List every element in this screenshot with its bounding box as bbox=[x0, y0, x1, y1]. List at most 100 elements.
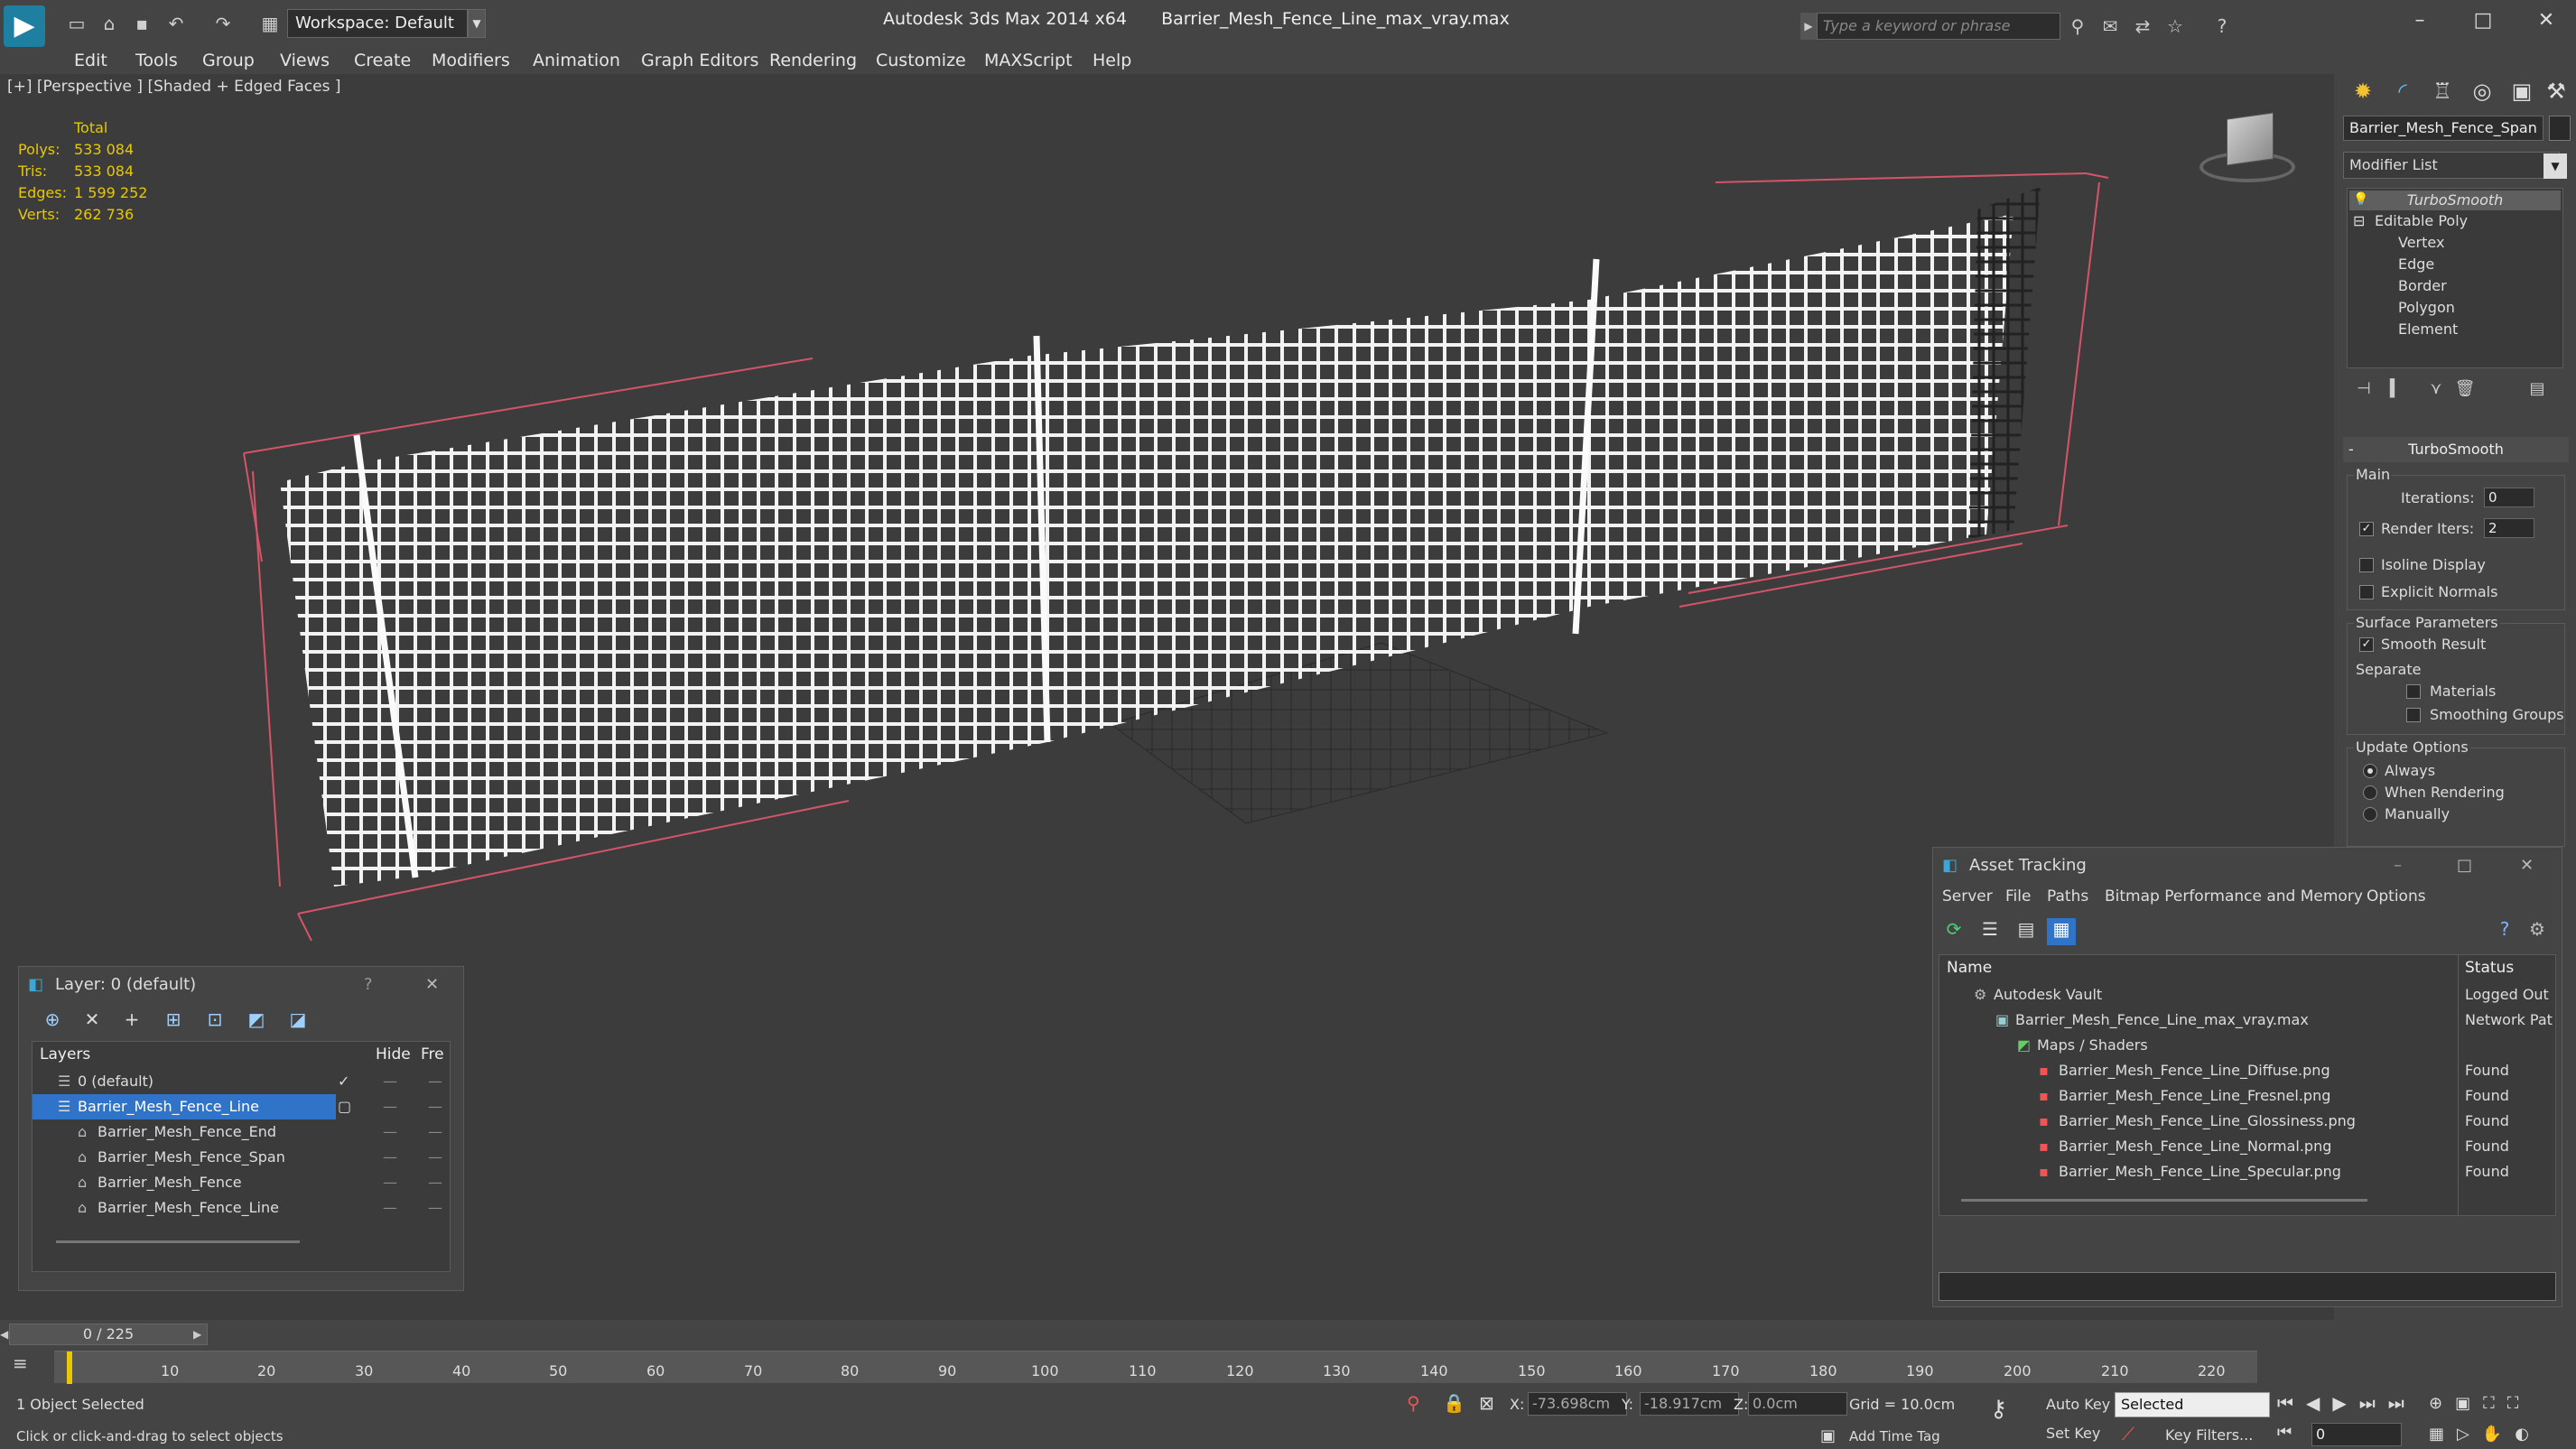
col-hide[interactable]: Hide bbox=[376, 1042, 411, 1067]
app-logo-icon[interactable]: ▶ bbox=[4, 5, 45, 47]
horizontal-scrollbar[interactable] bbox=[56, 1240, 300, 1243]
time-tag-icon[interactable]: ▣ bbox=[1820, 1426, 1836, 1445]
explicit-normals-checkbox[interactable] bbox=[2359, 585, 2374, 599]
undo-icon[interactable]: ↶ bbox=[163, 11, 190, 36]
search-input[interactable]: Type a keyword or phrase bbox=[1817, 13, 2060, 40]
workspace-dropdown[interactable]: Workspace: Default bbox=[287, 9, 468, 38]
iterations-spinner[interactable]: 0 bbox=[2484, 488, 2534, 507]
pin-stack-icon[interactable]: ⊣ bbox=[2350, 379, 2377, 404]
tree-view-icon[interactable]: ▤ bbox=[2013, 918, 2040, 943]
stack-item-vertex[interactable]: Vertex bbox=[2398, 234, 2444, 251]
y-coordinate-input[interactable]: -18.917cm bbox=[1640, 1392, 1739, 1416]
menu-rendering[interactable]: Rendering bbox=[769, 47, 857, 74]
asset-menu-paths[interactable]: Paths bbox=[2047, 887, 2088, 906]
horizontal-scrollbar[interactable] bbox=[1961, 1199, 2367, 1202]
menu-modifiers[interactable]: Modifiers bbox=[432, 47, 510, 74]
current-frame-input[interactable]: 0 bbox=[2311, 1423, 2402, 1446]
always-radio[interactable] bbox=[2363, 764, 2377, 778]
track-bar-icon[interactable]: ≡ bbox=[13, 1352, 49, 1379]
menu-create[interactable]: Create bbox=[354, 47, 411, 74]
show-end-result-icon[interactable]: ▍ bbox=[2383, 379, 2410, 404]
remove-modifier-icon[interactable]: 🗑 bbox=[2451, 379, 2478, 404]
absolute-mode-icon[interactable]: ⊠ bbox=[1479, 1392, 1494, 1414]
render-iters-checkbox[interactable]: ✓ bbox=[2359, 522, 2374, 536]
list-view-icon[interactable]: ☰ bbox=[1976, 918, 2004, 943]
manually-radio[interactable] bbox=[2363, 807, 2377, 822]
set-key-filter-icon[interactable]: ⟋ bbox=[2122, 1423, 2134, 1444]
table-view-icon[interactable]: ▦ bbox=[2047, 918, 2076, 945]
asset-path-input[interactable] bbox=[1939, 1272, 2556, 1301]
lock-icon[interactable]: 🔒 bbox=[1443, 1392, 1465, 1414]
asset-menu-options[interactable]: Options bbox=[2367, 887, 2426, 906]
stack-item-element[interactable]: Element bbox=[2398, 320, 2458, 338]
new-layer-icon[interactable]: ⊕ bbox=[37, 1003, 68, 1036]
search-arrow-icon[interactable]: ▶ bbox=[1800, 13, 1817, 40]
asset-row[interactable]: ▪ Barrier_Mesh_Fence_Line_Specular.png F… bbox=[1939, 1159, 2555, 1184]
smooth-result-checkbox[interactable]: ✓ bbox=[2359, 637, 2374, 652]
add-time-tag[interactable]: Add Time Tag bbox=[1849, 1428, 1940, 1444]
close-icon[interactable]: ✕ bbox=[2520, 848, 2534, 884]
asset-row[interactable]: ⚙ Autodesk Vault Logged Out bbox=[1939, 982, 2555, 1008]
col-status[interactable]: Status bbox=[2465, 955, 2514, 980]
maximize-icon[interactable]: □ bbox=[2457, 848, 2472, 884]
add-to-layer-icon[interactable]: + bbox=[116, 1003, 147, 1036]
menu-maxscript[interactable]: MAXScript bbox=[984, 47, 1073, 74]
stack-item-polygon[interactable]: Polygon bbox=[2398, 299, 2455, 316]
communication-icon[interactable]: ✉ bbox=[2097, 13, 2124, 40]
new-file-icon[interactable]: ▭ bbox=[63, 11, 90, 36]
modifier-list-dropdown[interactable]: Modifier List bbox=[2343, 152, 2560, 179]
layer-panel-titlebar[interactable]: ◧ Layer: 0 (default) ? ✕ bbox=[19, 967, 463, 1003]
menu-group[interactable]: Group bbox=[202, 47, 255, 74]
object-color-swatch[interactable] bbox=[2549, 116, 2571, 141]
hide-all-layers-icon[interactable]: ◩ bbox=[241, 1003, 272, 1036]
utilities-tab-icon[interactable]: ⚒ bbox=[2536, 74, 2576, 108]
viewcube-cube-icon[interactable] bbox=[2227, 112, 2274, 166]
minimize-icon[interactable]: – bbox=[2393, 5, 2447, 36]
redo-icon[interactable]: ↷ bbox=[209, 11, 237, 36]
select-layer-objects-icon[interactable]: ⊞ bbox=[158, 1003, 189, 1036]
object-name-input[interactable]: Barrier_Mesh_Fence_Span bbox=[2343, 116, 2543, 141]
make-current-box-icon[interactable]: ▢ bbox=[338, 1094, 351, 1119]
layer-row[interactable]: ⌂ Barrier_Mesh_Fence_End — — bbox=[33, 1119, 450, 1145]
menu-graph-editors[interactable]: Graph Editors bbox=[641, 47, 758, 74]
asset-panel-titlebar[interactable]: ◧ Asset Tracking – □ ✕ bbox=[1933, 848, 2562, 884]
close-icon[interactable]: ✕ bbox=[2519, 5, 2573, 36]
project-folder-icon[interactable]: ▦ bbox=[256, 11, 284, 36]
isoline-checkbox[interactable] bbox=[2359, 558, 2374, 572]
playback-controls[interactable]: ⏮◀▶⏭⏭ bbox=[2277, 1392, 2417, 1414]
binoculars-icon[interactable]: ⚲ bbox=[2064, 13, 2091, 40]
asset-row[interactable]: ▪ Barrier_Mesh_Fence_Line_Normal.png Fou… bbox=[1939, 1134, 2555, 1159]
key-icon[interactable]: ⚷ bbox=[1990, 1396, 2007, 1423]
layer-row[interactable]: ⌂ Barrier_Mesh_Fence_Span — — bbox=[33, 1145, 450, 1170]
rollout-header[interactable]: - TurboSmooth bbox=[2343, 437, 2569, 462]
render-iters-spinner[interactable]: 2 bbox=[2484, 518, 2534, 538]
asset-row[interactable]: ◩ Maps / Shaders bbox=[1939, 1033, 2555, 1058]
asset-menu-server[interactable]: Server bbox=[1942, 887, 1993, 906]
minimize-icon[interactable]: – bbox=[2394, 848, 2402, 884]
asset-row[interactable]: ▪ Barrier_Mesh_Fence_Line_Diffuse.png Fo… bbox=[1939, 1058, 2555, 1083]
stack-item-turbosmooth[interactable]: TurboSmooth bbox=[2349, 190, 2561, 210]
menu-animation[interactable]: Animation bbox=[533, 47, 620, 74]
auto-key-button[interactable]: Auto Key bbox=[2046, 1396, 2110, 1413]
stack-item-border[interactable]: Border bbox=[2398, 277, 2447, 294]
asset-menu-file[interactable]: File bbox=[2005, 887, 2031, 906]
frame-cursor[interactable] bbox=[67, 1351, 72, 1384]
exchange-icon[interactable]: ⇄ bbox=[2129, 13, 2156, 40]
layer-row[interactable]: ☰ 0 (default) ✓ — — bbox=[33, 1069, 450, 1094]
materials-checkbox[interactable] bbox=[2406, 684, 2421, 699]
stack-item-edge[interactable]: Edge bbox=[2398, 255, 2434, 273]
asset-menu-bitmap[interactable]: Bitmap Performance and Memory bbox=[2105, 887, 2363, 906]
time-slider[interactable]: 0 / 225 bbox=[9, 1324, 208, 1345]
hierarchy-tab-icon[interactable]: ♖ bbox=[2423, 74, 2462, 108]
asset-row[interactable]: ▣ Barrier_Mesh_Fence_Line_max_vray.max N… bbox=[1939, 1008, 2555, 1033]
smoothing-groups-checkbox[interactable] bbox=[2406, 708, 2421, 722]
favorites-star-icon[interactable]: ☆ bbox=[2162, 13, 2189, 40]
layer-row-selected[interactable]: ☰ Barrier_Mesh_Fence_Line ▢ — — bbox=[33, 1094, 450, 1119]
asset-row[interactable]: ▪ Barrier_Mesh_Fence_Line_Fresnel.png Fo… bbox=[1939, 1083, 2555, 1109]
layer-row[interactable]: ⌂ Barrier_Mesh_Fence_Line — — bbox=[33, 1195, 450, 1221]
col-layers[interactable]: Layers bbox=[40, 1042, 90, 1067]
key-filters-button[interactable]: Key Filters... bbox=[2165, 1426, 2253, 1444]
create-tab-sun-icon[interactable]: ✹ bbox=[2343, 74, 2383, 108]
next-frame-arrow-icon[interactable]: ▶ bbox=[193, 1324, 208, 1345]
asset-row[interactable]: ▪ Barrier_Mesh_Fence_Line_Glossiness.png… bbox=[1939, 1109, 2555, 1134]
